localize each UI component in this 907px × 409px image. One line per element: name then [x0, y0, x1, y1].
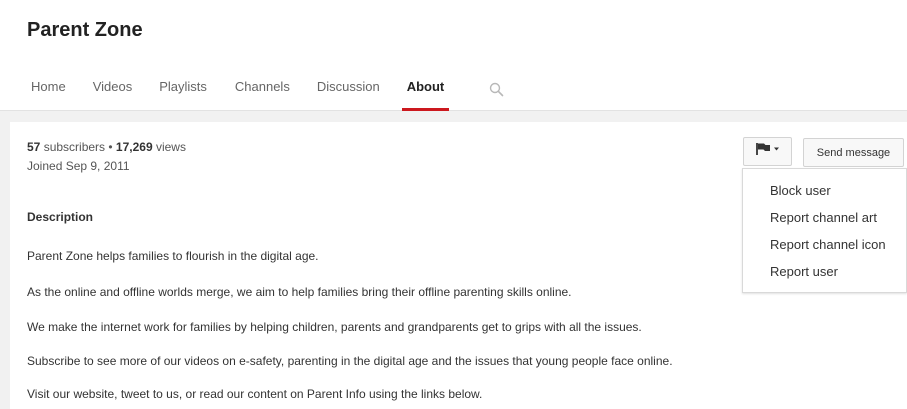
menu-item-report-user[interactable]: Report user [770, 264, 838, 279]
page: Parent Zone Home Videos Playlists Channe… [0, 0, 907, 409]
channel-header: Parent Zone Home Videos Playlists Channe… [0, 0, 907, 111]
description-line: Visit our website, tweet to us, or read … [27, 387, 483, 401]
menu-item-report-channel-art[interactable]: Report channel art [770, 210, 877, 225]
flag-menu-button[interactable] [743, 137, 792, 166]
description-line: Parent Zone helps families to flourish i… [27, 249, 319, 263]
subscriber-count: 57 [27, 140, 41, 154]
channel-stats: 57 subscribers • 17,269 views Joined Sep… [27, 138, 186, 176]
description-line: As the online and offline worlds merge, … [27, 285, 572, 299]
views-label: views [152, 140, 186, 154]
flag-dropdown-menu: Block user Report channel art Report cha… [742, 168, 907, 293]
description-line: Subscribe to see more of our videos on e… [27, 354, 673, 368]
tab-playlists[interactable]: Playlists [159, 79, 207, 111]
tab-channels[interactable]: Channels [235, 79, 290, 111]
tab-videos[interactable]: Videos [93, 79, 133, 111]
tab-discussion[interactable]: Discussion [317, 79, 380, 111]
description-line: We make the internet work for families b… [27, 320, 642, 334]
tab-home[interactable]: Home [31, 79, 66, 111]
description-title: Description [27, 210, 94, 224]
channel-tabs: Home Videos Playlists Channels Discussio… [18, 79, 449, 111]
view-count: 17,269 [115, 140, 153, 154]
menu-item-block-user[interactable]: Block user [770, 183, 831, 198]
subscriber-view-counts: 57 subscribers • 17,269 views [27, 138, 186, 157]
search-icon[interactable] [489, 82, 504, 97]
subscribers-label: subscribers • [40, 140, 116, 154]
menu-item-report-channel-icon[interactable]: Report channel icon [770, 237, 886, 252]
channel-title: Parent Zone [27, 19, 143, 41]
tab-about[interactable]: About [401, 79, 449, 111]
joined-date: Joined Sep 9, 2011 [27, 159, 130, 173]
send-message-button[interactable]: Send message [803, 138, 904, 167]
flag-icon [755, 142, 781, 161]
